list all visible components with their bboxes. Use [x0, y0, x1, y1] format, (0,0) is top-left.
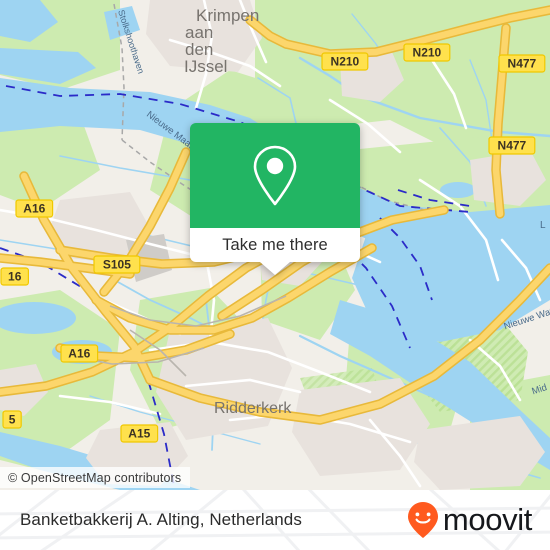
osm-attribution[interactable]: © OpenStreetMap contributors — [0, 467, 191, 488]
osm-attribution-text: © OpenStreetMap contributors — [8, 470, 182, 485]
location-pin-icon — [253, 145, 297, 205]
road-shield-label: A16 — [68, 347, 90, 361]
road-shield-label: N477 — [508, 57, 537, 71]
map-water-label: L — [540, 220, 546, 231]
page-title: Banketbakkerij A. Alting, Netherlands — [20, 510, 302, 529]
road-shield-label: 16 — [8, 270, 22, 284]
road-shield-label: N210 — [413, 46, 442, 60]
road-shield: N210 — [403, 43, 451, 62]
callout-pointer — [260, 262, 290, 275]
road-shield: A16 — [15, 199, 54, 218]
road-shield-label: S105 — [103, 258, 131, 272]
road-shield: N477 — [498, 54, 546, 73]
map-place-label: IJssel — [184, 57, 227, 76]
road-shield: N210 — [321, 52, 369, 71]
road-shield: 16 — [0, 267, 29, 286]
moovit-logo[interactable]: moovit — [405, 490, 532, 550]
callout-action-label: Take me there — [222, 235, 328, 254]
road-shield: 5 — [2, 410, 22, 429]
callout-header — [190, 123, 360, 228]
callout-action[interactable]: Take me there — [190, 228, 360, 275]
road-shield: S105 — [93, 255, 141, 274]
road-shield-label: 5 — [9, 413, 16, 427]
road-shield: A16 — [60, 344, 99, 363]
road-shield-label: N477 — [498, 139, 527, 153]
map-place-label: Ridderkerk — [214, 400, 292, 417]
moovit-map-screenshot: Krimpen aan den IJssel Ridderkerk Stolkshooth… — [0, 0, 550, 550]
footer-bar: Banketbakkerij A. Alting, Netherlands mo… — [0, 490, 550, 550]
moovit-wordmark: moovit — [442, 501, 532, 537]
road-shield: A15 — [120, 424, 159, 443]
map-callout-card[interactable]: Take me there — [190, 123, 360, 275]
road-shield: N477 — [488, 136, 536, 155]
road-shield-label: N210 — [331, 55, 360, 69]
moovit-smiley-pin-icon — [407, 502, 438, 538]
road-shield-label: A15 — [128, 427, 150, 441]
road-shield-label: A16 — [23, 202, 45, 216]
